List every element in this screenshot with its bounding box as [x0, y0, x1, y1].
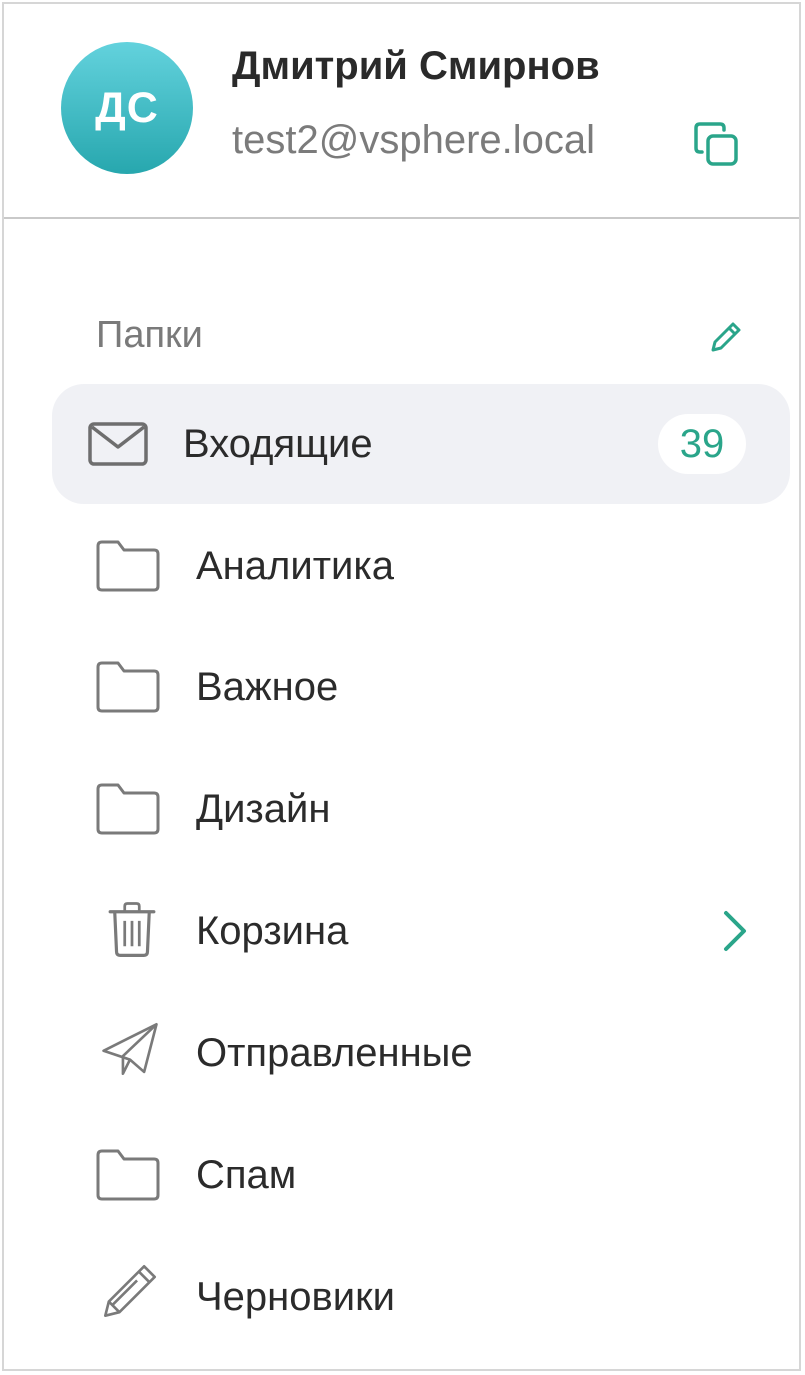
pencil-icon [103, 1264, 157, 1318]
copy-icon [694, 122, 738, 166]
folder-icon [96, 783, 160, 835]
folder-item-sent[interactable]: Отправленные [52, 993, 790, 1113]
folder-label: Важное [196, 665, 339, 709]
chevron-right-icon[interactable] [720, 905, 750, 957]
folder-item-analytics[interactable]: Аналитика [52, 506, 790, 626]
unread-count-badge: 39 [658, 414, 746, 474]
folder-label: Черновики [196, 1275, 395, 1319]
edit-folders-button[interactable] [705, 318, 745, 358]
folder-label: Отправленные [196, 1031, 473, 1075]
avatar[interactable]: ДС [61, 42, 193, 174]
envelope-icon [88, 422, 148, 466]
folder-label: Входящие [183, 422, 373, 466]
pencil-icon [711, 322, 741, 352]
folder-label: Спам [196, 1153, 297, 1197]
user-email: test2@vsphere.local [232, 118, 596, 162]
folder-item-trash[interactable]: Корзина [52, 871, 790, 991]
sidebar-panel: ДС Дмитрий Смирнов test2@vsphere.local П… [2, 2, 801, 1371]
folders-section-title: Папки [96, 314, 203, 356]
folder-item-drafts[interactable]: Черновики [52, 1237, 790, 1357]
folder-item-design[interactable]: Дизайн [52, 749, 790, 869]
folder-icon [96, 1149, 160, 1201]
folder-item-spam[interactable]: Спам [52, 1115, 790, 1235]
copy-email-button[interactable] [690, 118, 742, 170]
trash-icon [108, 902, 156, 957]
folder-label: Дизайн [196, 787, 331, 831]
folder-label: Аналитика [196, 544, 394, 588]
paper-plane-icon [102, 1022, 158, 1076]
folder-icon [96, 661, 160, 713]
user-name: Дмитрий Смирнов [232, 44, 600, 88]
folder-item-important[interactable]: Важное [52, 627, 790, 747]
user-profile: ДС Дмитрий Смирнов test2@vsphere.local [4, 4, 799, 219]
folder-icon [96, 540, 160, 592]
folder-item-inbox[interactable]: Входящие 39 [52, 384, 790, 504]
folder-label: Корзина [196, 909, 349, 953]
